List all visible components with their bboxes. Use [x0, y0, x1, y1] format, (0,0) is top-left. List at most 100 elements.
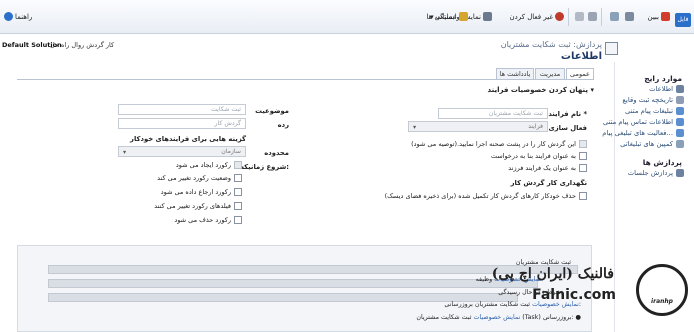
step-update-task-row: نمایش خصوصیات ثبت شکایت مشتریان (Task) ب… — [416, 314, 581, 321]
auto-options-label: گزینه هایی برای فرایندهای خودکار — [130, 135, 246, 143]
delete-icon — [588, 12, 597, 21]
watermark-url: Falnic.com — [532, 287, 616, 303]
actions-icon — [459, 12, 468, 21]
hide-properties-toggle[interactable]: پنهان کردن خصوصیات فرایند ▾ — [488, 86, 594, 94]
scope-value: سازمان — [221, 148, 241, 155]
checkbox[interactable] — [579, 192, 587, 200]
watermark-text: فالنیک (ایران اچ پی) — [491, 266, 614, 282]
save-close-label: ببین — [647, 12, 659, 21]
step-title: ثبت شکایت مشتریان — [515, 259, 571, 266]
sms-icon — [676, 107, 684, 115]
sidebar-section-common: موارد رایج — [644, 74, 682, 83]
sidebar-item-label: تاریخچه ثبت وقایع — [622, 96, 673, 104]
contact-icon — [676, 118, 684, 126]
option-label: رکورد حذف می شود — [174, 216, 231, 224]
step-update-label: بروزرسانی: — [542, 314, 574, 321]
category-label: رده — [277, 121, 289, 129]
sidebar-item-information[interactable]: اطلاعات — [649, 85, 684, 93]
chevron-down-icon: ▾ — [123, 149, 127, 156]
checkbox[interactable] — [234, 202, 242, 210]
option-label: حذف خودکار کارهای گردش کار تکمیل شده (بر… — [384, 192, 576, 200]
tab-administration[interactable]: مدیریت — [535, 68, 565, 79]
save-close-button[interactable]: ببین — [647, 12, 670, 21]
show-properties-link[interactable]: نمایش خصوصیات — [473, 314, 520, 321]
sidebar-item-sms-activities[interactable]: فعالیت های تبلیغی پیام... — [602, 129, 684, 137]
start-option-delete[interactable]: رکورد حذف می شود — [174, 216, 242, 224]
breadcrumb: پردازش: ثبت شکایت مشتریان — [500, 40, 602, 49]
on-demand-option[interactable]: به عنوان فرایند بنا به درخواست — [491, 152, 587, 160]
activate-as-select[interactable]: فرایند ▾ — [408, 121, 548, 132]
process-name-label: نام فرایند * — [548, 110, 587, 118]
info-icon — [676, 85, 684, 93]
help-label: راهنما — [15, 12, 33, 21]
sidebar-item-campaigns[interactable]: کمپین های تبلیغاتی — [620, 140, 684, 148]
sidebar-item-label: اطلاعات — [649, 85, 673, 93]
delete-button[interactable] — [588, 12, 597, 21]
print-icon — [625, 12, 634, 21]
sidebar-section-processes: پردازش ها — [642, 158, 682, 167]
checkbox[interactable] — [234, 174, 242, 182]
child-process-option[interactable]: به عنوان یک فرایند فرزند — [508, 164, 587, 172]
share-icon — [610, 12, 619, 21]
checkbox[interactable] — [579, 140, 587, 148]
checkbox[interactable] — [234, 161, 242, 169]
watermark-logo: iranhp — [636, 264, 688, 316]
category-input[interactable]: گردش کار — [118, 118, 246, 129]
process-name-input[interactable]: ثبت شکایت مشتریان — [438, 108, 548, 119]
share-button[interactable] — [610, 12, 619, 21]
help-button[interactable]: راهنما — [4, 12, 32, 21]
sidebar-item-process-sessions[interactable]: پردازش جلسات — [628, 169, 684, 177]
actions-button[interactable]: ▾ عملیات — [430, 12, 468, 21]
checkbox[interactable] — [579, 152, 587, 160]
deactivate-label: غیر فعال کردن — [509, 12, 553, 21]
start-option-fields[interactable]: فیلدهای رکورد تغییر می کنند — [154, 202, 242, 210]
tab-divider — [17, 79, 594, 80]
sidebar-item-sms-contacts[interactable]: اطلاعات تماس پیام متنی — [603, 118, 684, 126]
chevron-down-icon: ▾ — [430, 12, 434, 21]
triangle-down-icon: ▾ — [590, 86, 594, 94]
start-option-status[interactable]: وضعیت رکورد تغییر می کند — [157, 174, 242, 182]
print-button[interactable] — [625, 12, 634, 21]
tab-notes[interactable]: یادداشت ها — [496, 68, 534, 79]
start-option-assign[interactable]: رکورد ارجاع داده می شود — [161, 188, 242, 196]
sidebar-item-sms-ads[interactable]: تبلیغات پیام متنی — [625, 107, 684, 115]
sidebar-item-audit-history[interactable]: تاریخچه ثبت وقایع — [622, 96, 684, 104]
checkbox[interactable] — [234, 216, 242, 224]
activity-icon — [676, 129, 684, 137]
sidebar-item-label: پردازش جلسات — [627, 169, 673, 177]
history-icon — [676, 96, 684, 104]
step-type-label: وظیفه — [475, 276, 493, 283]
scope-select[interactable]: سازمان ▾ — [118, 146, 246, 157]
entity-icon — [605, 42, 618, 55]
separator — [601, 8, 602, 26]
checkbox[interactable] — [579, 164, 587, 172]
sidebar-item-label: تبلیغات پیام متنی — [625, 107, 673, 115]
step-bar — [48, 279, 538, 288]
checkbox[interactable] — [234, 188, 242, 196]
separator — [568, 8, 569, 26]
sidebar-item-label: اطلاعات تماس پیام متنی — [602, 118, 673, 126]
attach-button[interactable] — [575, 12, 584, 21]
dependencies-icon — [483, 12, 492, 21]
logo-text: iranhp — [651, 298, 673, 305]
start-when-label: شروع زمانیکه: — [240, 163, 289, 171]
option-label: به عنوان فرایند بنا به درخواست — [490, 152, 576, 160]
step-update-text: ثبت شکایت مشتریان — [474, 301, 531, 308]
activate-as-value: فرایند — [528, 123, 543, 130]
delete-jobs-option[interactable]: حذف خودکار کارهای گردش کار تکمیل شده (بر… — [385, 192, 587, 200]
section-toggle-label: پنهان کردن خصوصیات فرایند — [487, 86, 589, 94]
sidebar-item-label: فعالیت های تبلیغی پیام... — [602, 129, 673, 137]
deactivate-button[interactable]: غیر فعال کردن — [510, 12, 564, 21]
background-option[interactable]: این گردش کار را در پشت صحنه اجرا نمایید.… — [411, 140, 587, 148]
retention-label: نگهداری کار گردش کار — [510, 179, 587, 187]
subject-input[interactable]: ثبت شکایت — [118, 104, 246, 115]
option-label: به عنوان یک فرایند فرزند — [508, 164, 576, 172]
actions-label: عملیات — [435, 12, 457, 21]
option-label: وضعیت رکورد تغییر می کند — [157, 174, 231, 182]
campaign-icon — [676, 140, 684, 148]
stop-icon — [555, 12, 564, 21]
file-tab[interactable]: فایل — [675, 13, 691, 27]
option-label: این گردش کار را در پشت صحنه اجرا نمایید.… — [411, 140, 576, 148]
start-option-create[interactable]: رکورد ایجاد می شود — [176, 161, 242, 169]
scope-label: محدوده — [264, 149, 289, 157]
